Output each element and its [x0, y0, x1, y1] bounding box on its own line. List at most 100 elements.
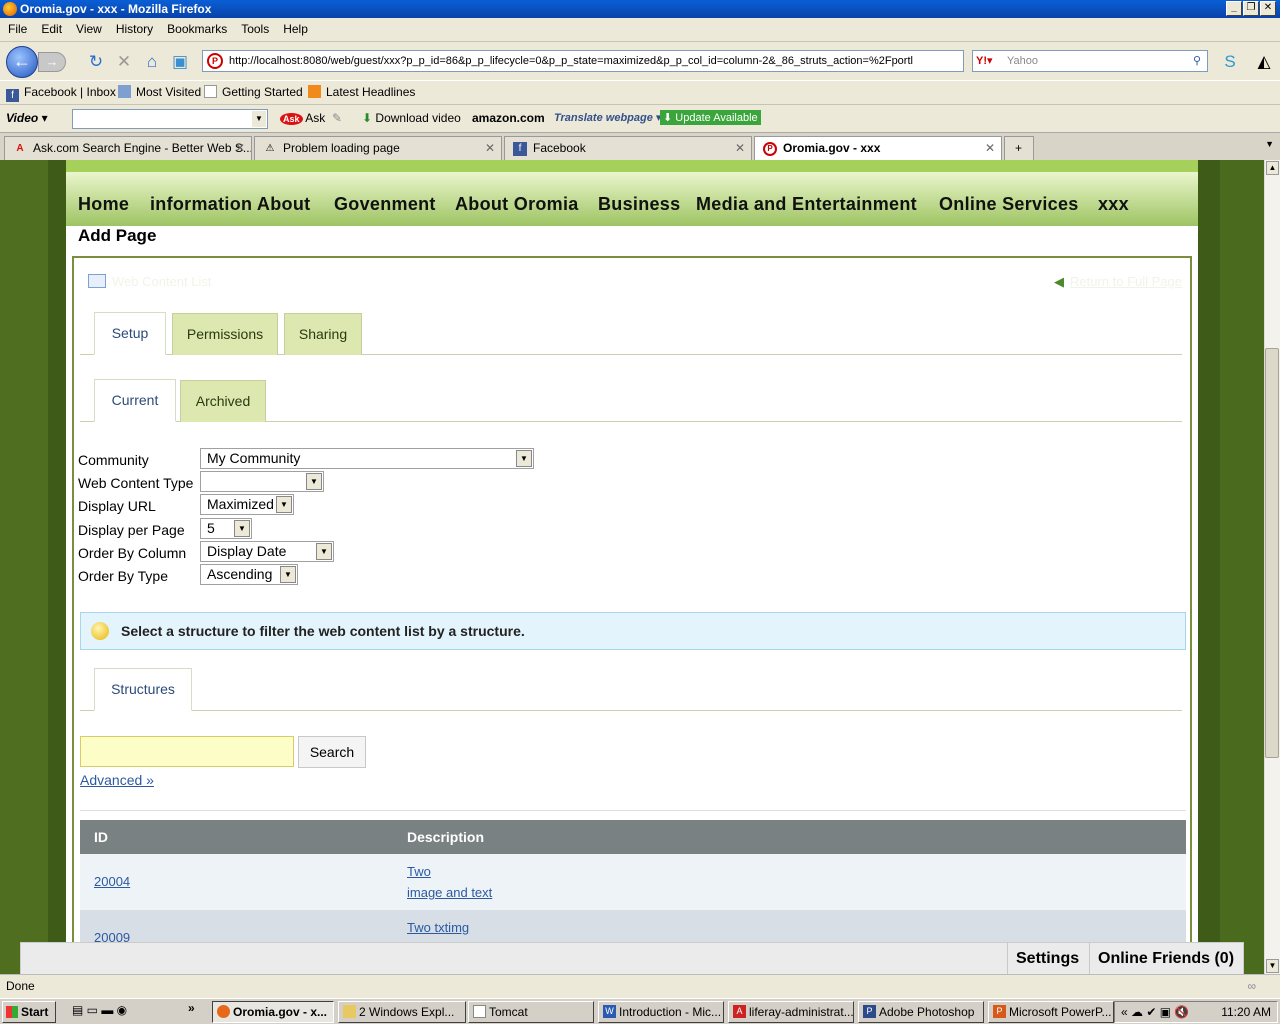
nav-media-entertainment[interactable]: Media and Entertainment	[696, 194, 917, 215]
nav-information-about[interactable]: information About	[150, 194, 310, 215]
order-by-column-select[interactable]: Display Date ▼	[200, 541, 334, 562]
tab-list-chevron-icon[interactable]: ▼	[1265, 139, 1274, 149]
chevron-down-icon[interactable]: ▼	[252, 111, 266, 127]
maximize-button[interactable]: ❐	[1243, 1, 1259, 16]
menu-tools[interactable]: Tools	[233, 18, 275, 36]
tab-facebook[interactable]: f Facebook ✕	[504, 136, 752, 161]
tab-oromia[interactable]: P Oromia.gov - xxx ✕	[754, 136, 1002, 162]
stop-icon[interactable]: ✕	[114, 52, 134, 72]
addon-icon[interactable]: ◭	[1254, 52, 1274, 72]
close-tab-icon[interactable]: ✕	[235, 137, 245, 159]
display-per-page-select[interactable]: 5 ▼	[200, 518, 252, 539]
table-row[interactable]: 20004 Two image and text	[80, 854, 1186, 910]
scroll-up-icon[interactable]: ▲	[1266, 161, 1279, 175]
scroll-down-icon[interactable]: ▼	[1266, 959, 1279, 973]
order-by-type-select[interactable]: Ascending ▼	[200, 564, 298, 585]
translate-button[interactable]: Translate webpage ▾	[554, 111, 661, 124]
skype-icon[interactable]: S	[1220, 52, 1240, 72]
ask-button[interactable]: Ask Ask	[280, 111, 325, 125]
taskbar-item-photoshop[interactable]: P Adobe Photoshop	[858, 1001, 984, 1023]
tab-ask[interactable]: A Ask.com Search Engine - Better Web S...…	[4, 136, 252, 161]
menu-edit[interactable]: Edit	[33, 18, 68, 36]
bookmark-most-visited[interactable]: Most Visited	[118, 85, 201, 99]
start-button[interactable]: Start	[2, 1001, 56, 1023]
amazon-button[interactable]: amazon.com	[472, 111, 545, 125]
pencil-icon[interactable]: ✎	[332, 111, 342, 125]
bookmark-facebook[interactable]: f Facebook | Inbox	[6, 85, 116, 102]
row-description-link[interactable]: image and text	[407, 885, 492, 900]
nav-xxx[interactable]: xxx	[1098, 194, 1129, 215]
taskbar-item-firefox[interactable]: Oromia.gov - x...	[212, 1001, 334, 1023]
nav-business[interactable]: Business	[598, 194, 680, 215]
taskbar-item-explorer[interactable]: 2 Windows Expl...	[338, 1001, 466, 1023]
advanced-search-link[interactable]: Advanced »	[80, 772, 154, 788]
order-by-type-label: Order By Type	[78, 568, 169, 584]
search-bar[interactable]: Y!▾ Yahoo ⚲	[972, 50, 1208, 72]
row-id-link[interactable]: 20004	[94, 874, 130, 889]
tab-permissions[interactable]: Permissions	[172, 313, 278, 355]
display-url-select[interactable]: Maximized ▼	[200, 494, 294, 515]
tab-archived[interactable]: Archived	[180, 380, 266, 422]
magnifier-icon[interactable]: ⚲	[1193, 51, 1201, 71]
video-search-input[interactable]: ▼	[72, 109, 268, 129]
download-video-button[interactable]: ⬇ Download video	[362, 111, 461, 125]
search-button[interactable]: Search	[298, 736, 366, 768]
settings-button[interactable]: Settings	[1007, 943, 1087, 974]
ask-icon: A	[16, 143, 24, 154]
system-tray: « ☁ ✔ ▣ 🔇 11:20 AM	[1114, 1001, 1278, 1023]
update-available-button[interactable]: ⬇ Update Available	[660, 110, 761, 125]
bookmark-latest-headlines[interactable]: Latest Headlines	[308, 85, 415, 99]
menu-view[interactable]: View	[68, 18, 108, 36]
row-description-link[interactable]: Two	[407, 864, 431, 879]
menu-file[interactable]: File	[0, 18, 33, 36]
tab-setup[interactable]: Setup	[94, 312, 166, 355]
tab-problem-loading[interactable]: ⚠ Problem loading page ✕	[254, 136, 502, 161]
quick-launch-icons[interactable]: ▤ ▭ ▬ ◉	[72, 1003, 127, 1017]
nav-online-services[interactable]: Online Services	[939, 194, 1079, 215]
addon-status-icon[interactable]: ∞	[1247, 975, 1256, 997]
online-friends-button[interactable]: Online Friends (0)	[1089, 943, 1242, 974]
quick-launch-chevron-icon[interactable]: »	[188, 1001, 195, 1015]
window-title-bar: Oromia.gov - xxx - Mozilla Firefox _ ❐ ✕	[0, 0, 1280, 18]
minimize-button[interactable]: _	[1226, 1, 1242, 16]
close-tab-icon[interactable]: ✕	[985, 137, 995, 159]
close-tab-icon[interactable]: ✕	[735, 137, 745, 159]
return-to-full-page-link[interactable]: ◀ Return to Full Page	[1054, 274, 1182, 290]
community-select[interactable]: My Community ▼	[200, 448, 534, 469]
home-icon[interactable]: ⌂	[142, 52, 162, 72]
taskbar-item-pdf[interactable]: Aliferay-administrat...	[728, 1001, 854, 1023]
scrollbar-thumb[interactable]	[1265, 348, 1279, 758]
menu-bookmarks[interactable]: Bookmarks	[159, 18, 233, 36]
video-button[interactable]: Video ▾	[6, 111, 48, 125]
nav-about-oromia[interactable]: About Oromia	[455, 194, 579, 215]
new-tab-button[interactable]: +	[1004, 136, 1034, 161]
tabs-icon[interactable]: ▣	[170, 52, 190, 72]
forward-button[interactable]: →	[38, 52, 66, 72]
menu-help[interactable]: Help	[275, 18, 314, 36]
add-page-link[interactable]: Add Page	[78, 226, 156, 246]
tab-current[interactable]: Current	[94, 379, 176, 422]
close-tab-icon[interactable]: ✕	[485, 137, 495, 159]
menu-bar: File Edit View History Bookmarks Tools Help	[0, 18, 1280, 42]
tab-bar: A Ask.com Search Engine - Better Web S...…	[0, 132, 1280, 162]
menu-history[interactable]: History	[108, 18, 159, 36]
url-bar[interactable]: P http://localhost:8080/web/guest/xxx?p_…	[202, 50, 964, 72]
row-description-link[interactable]: Two txtimg	[407, 920, 469, 935]
close-button[interactable]: ✕	[1260, 1, 1276, 16]
liferay-dock: Settings Online Friends (0)	[20, 942, 1244, 975]
pdf-icon: A	[733, 1005, 746, 1018]
web-content-type-select[interactable]: ▼	[200, 471, 324, 492]
taskbar-item-powerpoint[interactable]: P Microsoft PowerP...	[988, 1001, 1114, 1023]
tray-icons[interactable]: « ☁ ✔ ▣ 🔇	[1121, 1002, 1189, 1022]
nav-govenment[interactable]: Govenment	[334, 194, 436, 215]
tab-sharing[interactable]: Sharing	[284, 313, 362, 355]
reload-icon[interactable]: ↻	[86, 52, 106, 72]
nav-home[interactable]: Home	[78, 194, 129, 215]
bookmark-getting-started[interactable]: Getting Started	[204, 85, 303, 99]
back-button[interactable]: ←	[6, 46, 38, 78]
structure-search-input[interactable]	[80, 736, 294, 767]
chevron-down-icon: ▼	[306, 473, 322, 490]
tab-structures[interactable]: Structures	[94, 668, 192, 711]
taskbar-item-word[interactable]: W Introduction - Mic...	[598, 1001, 724, 1023]
taskbar-item-tomcat[interactable]: Tomcat	[468, 1001, 594, 1023]
